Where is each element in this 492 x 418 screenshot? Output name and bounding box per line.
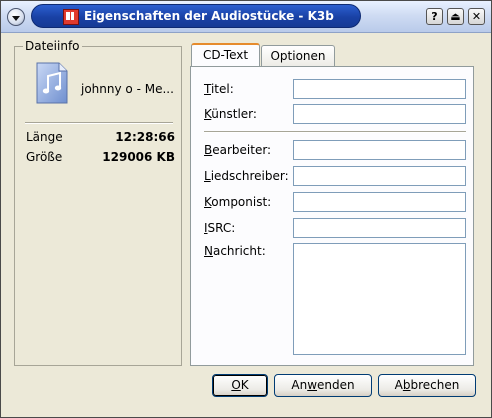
properties-dialog: Eigenschaften der Audiostücke - K3b ? ⏏ … (0, 0, 492, 418)
composer-label: Komponist: (204, 195, 272, 209)
cd-text-panel: Titel: Künstler: Bearbeiter: Liedschreib… (190, 66, 474, 366)
ok-button[interactable]: OK (212, 374, 268, 397)
arranger-label: Bearbeiter: (204, 143, 272, 157)
isrc-input[interactable] (293, 218, 466, 238)
close-button[interactable]: ✕ (468, 8, 485, 25)
songwriter-input[interactable] (293, 166, 466, 186)
shade-button[interactable]: ⏏ (447, 8, 464, 25)
cancel-button[interactable]: Abbrechen (378, 374, 476, 397)
k3b-app-icon (63, 9, 79, 25)
message-label: Nachricht: (204, 244, 266, 258)
fileinfo-group-title: Dateiinfo (23, 39, 82, 53)
title-label: Titel: (204, 82, 234, 96)
tab-cd-text[interactable]: CD-Text (191, 43, 260, 67)
fileinfo-divider (25, 122, 173, 124)
arranger-input[interactable] (293, 140, 466, 160)
help-button[interactable]: ? (426, 8, 443, 25)
composer-input[interactable] (293, 192, 466, 212)
fileinfo-group: Dateiinfo johnny o - Me... Länge 12:28:6… (14, 39, 182, 366)
length-value: 12:28:66 (115, 130, 175, 144)
cdtext-divider (204, 131, 466, 133)
songwriter-label: Liedschreiber: (204, 169, 289, 183)
title-input[interactable] (293, 79, 466, 99)
message-textarea[interactable] (293, 243, 466, 355)
size-label: Größe (26, 150, 63, 164)
title-pill: Eigenschaften der Audiostücke - K3b (31, 4, 361, 28)
size-value: 129006 KB (102, 150, 175, 164)
window-menu-icon[interactable] (7, 8, 25, 26)
artist-input[interactable] (293, 104, 466, 124)
apply-button[interactable]: Anwenden (274, 374, 372, 397)
artist-label: Künstler: (204, 107, 257, 121)
window-title: Eigenschaften der Audiostücke - K3b (84, 9, 334, 23)
file-name: johnny o - Me... (81, 82, 174, 96)
title-bar[interactable]: Eigenschaften der Audiostücke - K3b ? ⏏ … (1, 1, 491, 33)
tab-optionen[interactable]: Optionen (261, 45, 335, 67)
length-label: Länge (26, 130, 63, 144)
audio-file-icon (36, 62, 68, 104)
isrc-label: ISRC: (204, 221, 236, 235)
